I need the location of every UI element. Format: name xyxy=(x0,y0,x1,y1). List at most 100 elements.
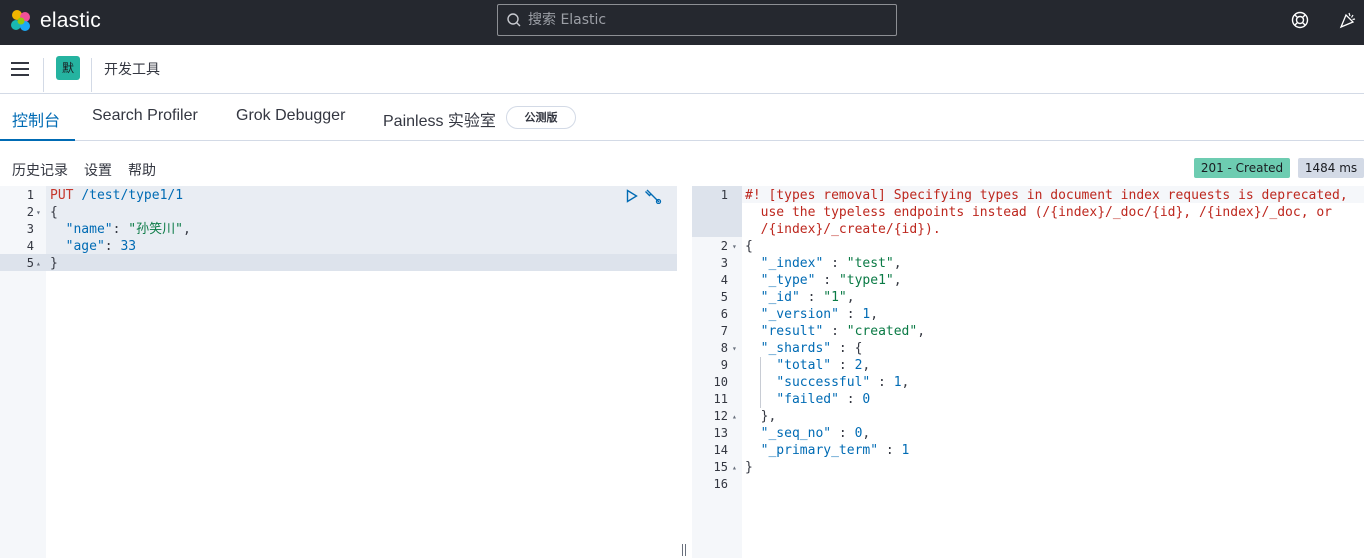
space-avatar[interactable]: 默 xyxy=(56,56,80,80)
line-number: 3 xyxy=(26,222,34,236)
line-number: 5 xyxy=(26,256,34,270)
fold-toggle-icon[interactable]: ▴ xyxy=(36,255,41,272)
code-line: "successful" : 1, xyxy=(776,375,910,390)
line-number: 8 xyxy=(720,341,728,355)
line-number: 6 xyxy=(720,307,728,321)
code-line: "_type" : "type1", xyxy=(760,273,902,288)
line-number: 14 xyxy=(713,443,728,457)
code-line: "result" : "created", xyxy=(760,324,926,339)
code-line: "_seq_no" : 0, xyxy=(760,426,871,441)
brace: } xyxy=(745,460,753,475)
request-method: PUT xyxy=(50,188,74,203)
elastic-logo-icon[interactable] xyxy=(8,8,34,34)
json-key: "total" xyxy=(776,358,832,373)
json-key: "_seq_no" xyxy=(760,426,832,441)
code-line: "_primary_term" : 1 xyxy=(760,443,910,458)
json-value: "1" xyxy=(823,290,847,305)
json-value: 33 xyxy=(120,239,137,254)
line-number: 9 xyxy=(720,358,728,372)
global-search[interactable] xyxy=(497,4,897,36)
line-number: 2 xyxy=(720,239,728,253)
code-line: }, xyxy=(745,408,777,425)
json-key: "_type" xyxy=(760,273,816,288)
json-key: "_version" xyxy=(760,307,839,322)
code-line: } xyxy=(50,255,58,272)
brace: { xyxy=(745,239,753,254)
tab-grok-debugger[interactable]: Grok Debugger xyxy=(236,107,345,125)
code-line: "_version" : 1, xyxy=(760,307,879,322)
search-icon xyxy=(507,13,521,27)
json-value: "type1" xyxy=(838,273,894,288)
line-number: 5 xyxy=(720,290,728,304)
help-link[interactable]: 帮助 xyxy=(128,160,156,180)
settings-link[interactable]: 设置 xyxy=(84,160,112,180)
request-time-badge: 1484 ms xyxy=(1298,158,1364,178)
resize-handle[interactable] xyxy=(682,544,686,556)
devtools-tabs: 控制台 Search Profiler Grok Debugger Painle… xyxy=(0,94,1364,141)
tab-painless-lab[interactable]: Painless 实验室 xyxy=(383,107,496,131)
line-number: 1 xyxy=(26,188,34,202)
divider xyxy=(43,58,44,92)
json-value: 0 xyxy=(854,426,863,441)
request-url: /test/type1/1 xyxy=(81,188,184,203)
json-key: "failed" xyxy=(776,392,839,407)
line-number: 15 xyxy=(713,460,728,474)
line-number: 16 xyxy=(713,477,728,491)
response-viewer: 1 2 ▾ 3 4 5 6 7 8 ▾ 9 10 11 12 ▴ 13 14 1… xyxy=(692,186,1364,558)
json-value: 1 xyxy=(901,443,910,458)
deprecation-warning: use the typeless endpoints instead (/{in… xyxy=(745,205,1332,220)
tab-search-profiler[interactable]: Search Profiler xyxy=(92,107,198,125)
json-value: "created" xyxy=(846,324,918,339)
brace: }, xyxy=(760,409,777,424)
brace: { xyxy=(50,205,58,220)
json-value: "孙笑川" xyxy=(128,222,183,237)
app-navbar: 默 开发工具 xyxy=(0,45,1364,94)
status-badge: 201 - Created xyxy=(1194,158,1290,178)
active-line xyxy=(46,254,677,271)
code-line: "age": 33 xyxy=(65,239,137,254)
fold-toggle-icon[interactable]: ▴ xyxy=(732,408,737,425)
code-line: "total" : 2, xyxy=(776,358,871,373)
json-key: "name" xyxy=(65,222,113,237)
line-number: 13 xyxy=(713,426,728,440)
request-line: PUT /test/type1/1 xyxy=(50,187,183,204)
code-line: { xyxy=(745,238,753,255)
line-number: 4 xyxy=(720,273,728,287)
fold-toggle-icon[interactable]: ▾ xyxy=(732,340,737,357)
code-line: "_index" : "test", xyxy=(760,256,902,271)
json-key: "successful" xyxy=(776,375,871,390)
menu-icon[interactable] xyxy=(11,62,29,76)
tab-console[interactable]: 控制台 xyxy=(12,107,60,131)
line-number: 10 xyxy=(713,375,728,389)
json-value: 0 xyxy=(862,392,871,407)
json-key: "_primary_term" xyxy=(760,443,879,458)
play-icon[interactable] xyxy=(626,189,638,203)
line-number: 4 xyxy=(26,239,34,253)
fold-toggle-icon[interactable]: ▾ xyxy=(732,238,737,255)
breadcrumb: 开发工具 xyxy=(104,62,160,78)
line-number: 12 xyxy=(713,409,728,423)
active-tab-indicator xyxy=(0,139,75,141)
divider xyxy=(91,58,92,92)
fold-toggle-icon[interactable]: ▾ xyxy=(36,204,41,221)
wrench-icon[interactable] xyxy=(644,188,662,204)
code-line: { xyxy=(50,204,58,221)
deprecation-warning: /{index}/_create/{id}). xyxy=(745,222,941,237)
json-value: "test" xyxy=(846,256,894,271)
search-input[interactable] xyxy=(528,9,888,31)
newsfeed-icon[interactable] xyxy=(1339,11,1357,29)
json-value: 2 xyxy=(854,358,863,373)
history-link[interactable]: 历史记录 xyxy=(12,160,68,180)
json-key: "_index" xyxy=(760,256,824,271)
top-header: elastic xyxy=(0,0,1364,45)
help-icon[interactable] xyxy=(1291,11,1309,29)
line-number: 1 xyxy=(720,188,728,202)
line-number: 2 xyxy=(26,205,34,219)
request-editor[interactable]: 1 2 ▾ 3 4 5 ▴ PUT /test/type1/1 { "name"… xyxy=(0,186,677,558)
json-key: "age" xyxy=(65,239,105,254)
code-line: "failed" : 0 xyxy=(776,392,871,407)
fold-toggle-icon[interactable]: ▴ xyxy=(732,459,737,476)
brace: } xyxy=(50,256,58,271)
brand-name: elastic xyxy=(40,9,101,32)
beta-badge: 公测版 xyxy=(506,106,576,129)
